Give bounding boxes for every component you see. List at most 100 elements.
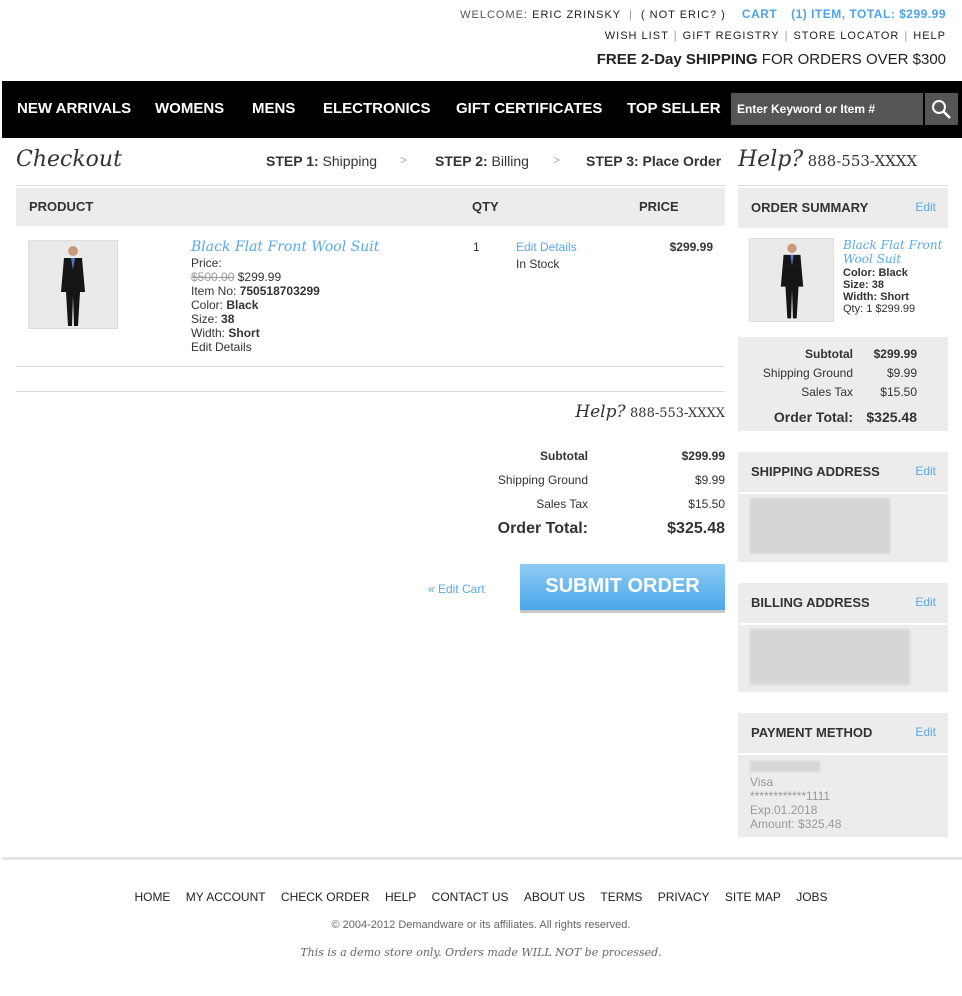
help-phone: 888-553-XXXX [630,406,725,421]
help-link[interactable]: HELP [913,30,946,42]
card-expiry: Exp.01.2018 [750,803,818,817]
shipping-address-title: SHIPPING ADDRESS [751,464,880,479]
subtotal-label: Subtotal [540,449,588,463]
shipping-label: Shipping Ground [497,473,588,487]
size-value: 38 [221,312,235,326]
footer-link-terms[interactable]: TERMS [600,890,642,904]
product-name-link[interactable]: Black Flat Front Wool Suit [191,239,379,255]
summary-product-image[interactable] [749,238,834,322]
col-qty: QTY [472,199,499,214]
width-label: Width: [191,326,226,340]
payment-method-edit-link[interactable]: Edit [915,725,936,739]
item-no-value: 750518703299 [239,284,320,298]
search-input[interactable]: Enter Keyword or Item # [731,93,923,125]
search-button[interactable] [925,93,958,125]
summary-total-value: $325.48 [866,409,917,425]
col-price: PRICE [639,199,679,214]
step-label: Billing [491,153,529,169]
store-locator-link[interactable]: STORE LOCATOR [793,30,899,42]
welcome-label: WELCOME: [460,9,529,21]
shipping-address-edit-link[interactable]: Edit [915,464,936,478]
step-billing[interactable]: STEP 2: Billing [435,153,529,169]
redacted-name [750,761,820,772]
demo-notice: This is a demo store only. Orders made W… [300,946,662,959]
redacted-address [750,629,910,685]
nav-new-arrivals[interactable]: NEW ARRIVALS [17,100,131,117]
footer-link-privacy[interactable]: PRIVACY [658,890,710,904]
summary-size: Size: 38 [843,279,884,291]
footer-link-site-map[interactable]: SITE MAP [725,890,781,904]
payment-method-title: PAYMENT METHOD [751,725,873,740]
divider: | [784,30,789,42]
nav-mens[interactable]: MENS [252,100,295,117]
size-label: Size: [191,312,218,326]
cart-table-header: PRODUCT QTY PRICE [16,188,725,226]
promo-bold: FREE 2-Day SHIPPING [596,51,758,68]
divider [16,366,725,367]
nav-gift-certificates[interactable]: GIFT CERTIFICATES [456,100,602,117]
footer-link-jobs[interactable]: JOBS [796,890,827,904]
payment-amount: Amount: $325.48 [750,817,842,831]
tax-value: $15.50 [688,497,725,511]
gift-registry-link[interactable]: GIFT REGISTRY [683,30,780,42]
step-number: STEP 2: [435,153,488,169]
summary-subtotal-label: Subtotal [805,347,853,361]
size-value: 38 [871,279,884,291]
billing-address-title: BILLING ADDRESS [751,595,870,610]
stock-status: In Stock [516,257,560,271]
width-value: Short [880,291,909,303]
shipping-address-header: SHIPPING ADDRESS Edit [738,452,948,492]
help-label: Help? [738,147,804,172]
sale-price: $299.99 [237,270,282,284]
col-product: PRODUCT [29,199,94,214]
product-image[interactable] [28,240,118,329]
footer-divider [2,857,962,860]
help-phone: 888-553-XXXX [807,152,918,170]
billing-address-panel [738,625,948,692]
item-size: Size: 38 [191,312,234,326]
edit-details-qty-link[interactable]: Edit Details [516,240,577,254]
step-place-order: STEP 3: Place Order [586,153,721,169]
footer-link-my-account[interactable]: MY ACCOUNT [186,890,266,904]
edit-details-link[interactable]: Edit Details [191,340,252,354]
not-user-link[interactable]: ( NOT ERIC? ) [641,9,726,21]
footer-link-about-us[interactable]: ABOUT US [524,890,585,904]
main-nav: NEW ARRIVALS WOMENS MENS ELECTRONICS GIF… [2,81,962,138]
cart-link[interactable]: CART (1) ITEM, TOTAL: $299.99 [742,7,946,21]
submit-order-button[interactable]: SUBMIT ORDER [520,564,725,613]
card-number: ************1111 [750,789,831,803]
nav-electronics[interactable]: ELECTRONICS [323,100,431,117]
subtotal-value: $299.99 [681,449,725,463]
step-shipping[interactable]: STEP 1: Shipping [266,153,377,169]
summary-product-name[interactable]: Black Flat Front Wool Suit [843,238,943,266]
summary-width: Width: Short [843,291,909,303]
color-value: Black [878,267,908,279]
nav-top-seller[interactable]: TOP SELLER [627,100,721,117]
help-phone-header: Help? 888-553-XXXX [738,147,917,172]
step-separator: > [400,153,408,167]
billing-address-edit-link[interactable]: Edit [915,595,936,609]
step-label: Shipping [322,153,378,169]
divider: | [904,30,909,42]
suit-image [780,243,803,319]
footer-link-home[interactable]: HOME [134,890,170,904]
summary-tax-value: $15.50 [880,385,917,399]
wishlist-link[interactable]: WISH LIST [605,30,669,42]
order-summary-edit-link[interactable]: Edit [915,200,936,214]
item-price: $299.99 [669,240,713,254]
width-value: Short [228,326,260,340]
footer-link-check-order[interactable]: CHECK ORDER [281,890,370,904]
footer-link-help[interactable]: HELP [385,890,416,904]
nav-womens[interactable]: WOMENS [155,100,224,117]
color-label: Color: [191,298,224,312]
summary-qty: Qty: 1 $299.99 [843,303,916,315]
edit-cart-link[interactable]: « Edit Cart [428,582,485,596]
step-separator: > [553,153,561,167]
promo-rest: FOR ORDERS OVER $300 [761,51,946,68]
divider: | [673,30,678,42]
redacted-address [750,498,890,554]
search-icon [932,100,951,119]
footer-link-contact-us[interactable]: CONTACT US [432,890,509,904]
help-phone-mid: Help? 888-553-XXXX [575,402,725,422]
color-value: Black [226,298,259,312]
